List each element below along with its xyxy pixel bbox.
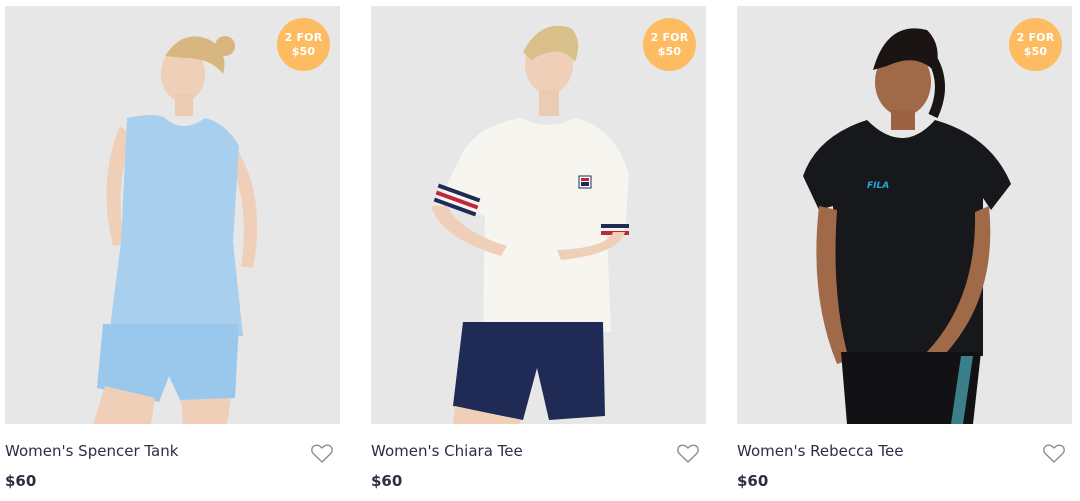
product-price: $60 xyxy=(737,472,769,490)
promo-badge: 2 FOR $50 xyxy=(1009,18,1062,71)
product-card[interactable]: FILA 2 FOR $50 Women's Rebecca Tee $60 xyxy=(737,6,1072,501)
shirt-logo-text: FILA xyxy=(867,181,889,191)
product-card[interactable]: 2 FOR $50 Women's Chiara Tee $60 xyxy=(371,6,706,501)
badge-line-2: $50 xyxy=(1023,44,1048,58)
wishlist-button[interactable] xyxy=(676,442,700,464)
promo-badge: 2 FOR $50 xyxy=(643,18,696,71)
wishlist-button[interactable] xyxy=(1042,442,1066,464)
badge-line-1: 2 FOR xyxy=(284,30,323,44)
badge-line-1: 2 FOR xyxy=(1016,30,1055,44)
heart-outline-icon xyxy=(311,444,333,463)
product-name[interactable]: Women's Rebecca Tee xyxy=(737,442,1027,460)
product-image[interactable]: FILA 2 FOR $50 xyxy=(737,6,1072,424)
product-card[interactable]: 2 FOR $50 Women's Spencer Tank $60 xyxy=(5,6,340,501)
heart-outline-icon xyxy=(677,444,699,463)
badge-line-2: $50 xyxy=(657,44,682,58)
promo-badge: 2 FOR $50 xyxy=(277,18,330,71)
badge-line-2: $50 xyxy=(291,44,316,58)
product-image[interactable]: 2 FOR $50 xyxy=(5,6,340,424)
product-price: $60 xyxy=(5,472,37,490)
product-name[interactable]: Women's Spencer Tank xyxy=(5,442,295,460)
product-name[interactable]: Women's Chiara Tee xyxy=(371,442,661,460)
product-grid: 2 FOR $50 Women's Spencer Tank $60 2 FOR… xyxy=(0,0,1080,501)
heart-outline-icon xyxy=(1043,444,1065,463)
badge-line-1: 2 FOR xyxy=(650,30,689,44)
product-image[interactable]: 2 FOR $50 xyxy=(371,6,706,424)
wishlist-button[interactable] xyxy=(310,442,334,464)
product-price: $60 xyxy=(371,472,403,490)
